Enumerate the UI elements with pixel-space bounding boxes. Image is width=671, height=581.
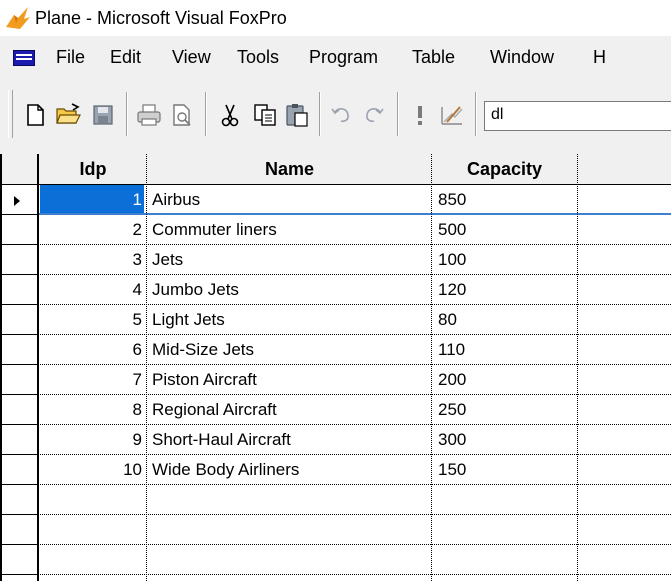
cell-name[interactable]: Light Jets: [148, 305, 431, 335]
table-row[interactable]: [0, 485, 671, 515]
menu-window[interactable]: Window: [489, 46, 555, 68]
redo-icon[interactable]: [359, 100, 389, 130]
table-row[interactable]: 5 Light Jets 80: [0, 305, 671, 335]
toolbar-grip[interactable]: [8, 90, 13, 138]
foxpro-logo-icon: [6, 7, 30, 29]
table-row[interactable]: 8 Regional Aircraft 250: [0, 395, 671, 425]
table-row[interactable]: 10 Wide Body Airliners 150: [0, 455, 671, 485]
table-row[interactable]: [0, 545, 671, 575]
cell-capacity[interactable]: 150: [432, 455, 577, 485]
cell-idp[interactable]: 4: [40, 275, 144, 305]
menu-bar: File Edit View Tools Program Table Windo…: [0, 36, 671, 78]
cell-name[interactable]: Jets: [148, 245, 431, 275]
table-row[interactable]: 2 Commuter liners 500: [0, 215, 671, 245]
database-combo[interactable]: dl: [484, 101, 671, 131]
cell-name[interactable]: Wide Body Airliners: [148, 455, 431, 485]
cell-idp[interactable]: 2: [40, 215, 144, 245]
cell-idp[interactable]: 10: [40, 455, 144, 485]
cell-name[interactable]: Regional Aircraft: [148, 395, 431, 425]
cell-name[interactable]: Short-Haul Aircraft: [148, 425, 431, 455]
cell-name[interactable]: Commuter liners: [148, 215, 431, 245]
cell-name[interactable]: Jumbo Jets: [148, 275, 431, 305]
paste-icon[interactable]: [282, 100, 312, 130]
menu-program[interactable]: Program: [308, 46, 379, 68]
cell-capacity[interactable]: 100: [432, 245, 577, 275]
window-title: Plane - Microsoft Visual FoxPro: [35, 8, 287, 28]
menu-view[interactable]: View: [171, 46, 212, 68]
cell-capacity[interactable]: 80: [432, 305, 577, 335]
table-row[interactable]: 6 Mid-Size Jets 110: [0, 335, 671, 365]
table-row[interactable]: 1 Airbus 850: [0, 185, 671, 215]
system-menu-icon[interactable]: [13, 50, 35, 66]
menu-table[interactable]: Table: [411, 46, 456, 68]
browse-grid: Idp Name Capacity 1 Airbus 850 2 Commuter li…: [0, 154, 671, 581]
table-row[interactable]: [0, 515, 671, 545]
cell-capacity[interactable]: 110: [432, 335, 577, 365]
cell-capacity[interactable]: 200: [432, 365, 577, 395]
menu-tools[interactable]: Tools: [236, 46, 280, 68]
cut-icon[interactable]: [215, 100, 245, 130]
cell-idp[interactable]: 8: [40, 395, 144, 425]
cell-idp[interactable]: 9: [40, 425, 144, 455]
title-bar: Plane - Microsoft Visual FoxPro: [0, 0, 671, 36]
cell-idp[interactable]: 3: [40, 245, 144, 275]
table-row[interactable]: 3 Jets 100: [0, 245, 671, 275]
cell-idp[interactable]: 5: [40, 305, 144, 335]
copy-icon[interactable]: [250, 100, 280, 130]
table-row[interactable]: 4 Jumbo Jets 120: [0, 275, 671, 305]
open-icon[interactable]: [53, 100, 83, 130]
grid-header: Idp Name Capacity: [0, 154, 671, 185]
cell-idp[interactable]: 1: [40, 185, 144, 215]
column-header-capacity[interactable]: Capacity: [432, 154, 577, 184]
cell-name[interactable]: Airbus: [148, 185, 431, 215]
cell-name[interactable]: Mid-Size Jets: [148, 335, 431, 365]
standard-toolbar: dl: [0, 78, 671, 155]
cell-capacity[interactable]: 120: [432, 275, 577, 305]
run-icon[interactable]: [405, 100, 435, 130]
menu-file[interactable]: File: [55, 46, 86, 68]
new-icon[interactable]: [20, 100, 50, 130]
menu-edit[interactable]: Edit: [109, 46, 142, 68]
column-header-name[interactable]: Name: [148, 154, 431, 184]
cell-capacity[interactable]: 300: [432, 425, 577, 455]
save-icon[interactable]: [88, 100, 118, 130]
cell-idp[interactable]: 7: [40, 365, 144, 395]
modify-form-icon[interactable]: [437, 100, 467, 130]
cell-name[interactable]: Piston Aircraft: [148, 365, 431, 395]
table-row[interactable]: 7 Piston Aircraft 200: [0, 365, 671, 395]
cell-idp[interactable]: 6: [40, 335, 144, 365]
undo-icon[interactable]: [326, 100, 356, 130]
menu-help[interactable]: H: [592, 46, 607, 68]
cell-capacity[interactable]: 850: [432, 185, 577, 215]
table-row[interactable]: 9 Short-Haul Aircraft 300: [0, 425, 671, 455]
print-preview-icon[interactable]: [167, 100, 197, 130]
cell-capacity[interactable]: 500: [432, 215, 577, 245]
cell-capacity[interactable]: 250: [432, 395, 577, 425]
column-header-idp[interactable]: Idp: [40, 154, 146, 184]
print-icon[interactable]: [134, 100, 164, 130]
current-record-pointer-icon: [14, 196, 20, 206]
